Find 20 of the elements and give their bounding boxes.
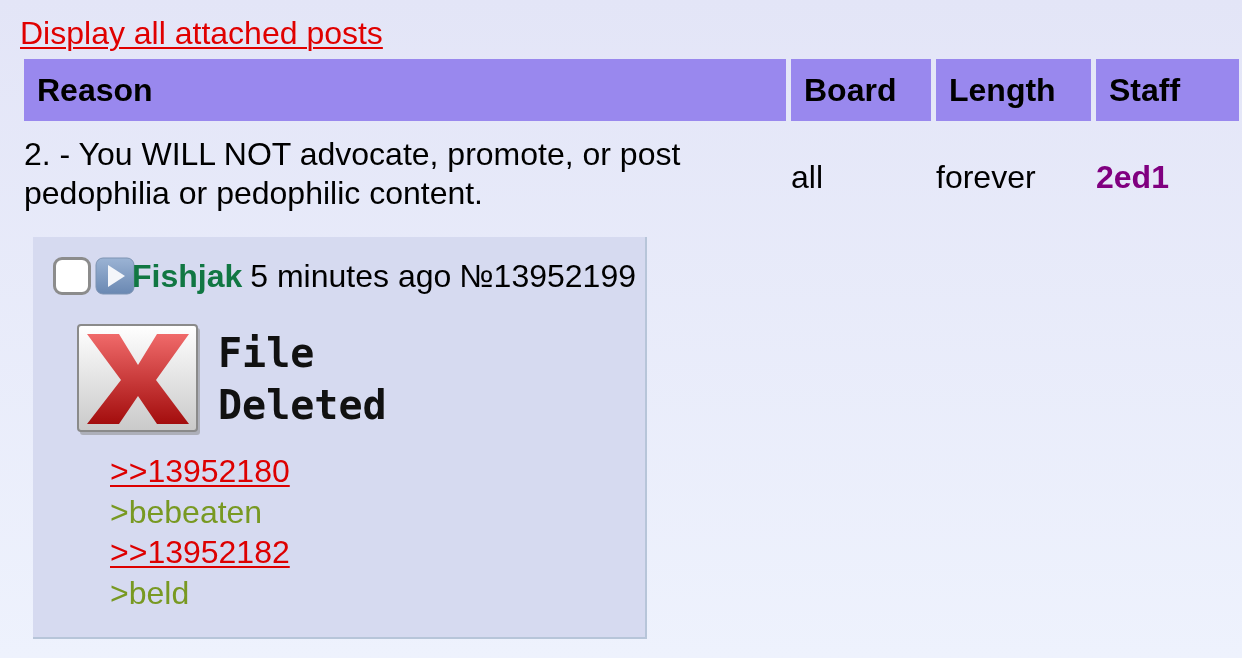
- cross-mark-icon: [77, 324, 201, 436]
- column-header: Length: [936, 59, 1091, 121]
- checkbox[interactable]: [53, 257, 91, 295]
- greentext-line: >bebeaten: [110, 492, 263, 532]
- greentext-line: >beld: [110, 573, 190, 613]
- post-number[interactable]: №13952199: [459, 257, 636, 295]
- table-cell-text: 2. - You WILL NOT advocate, promote, or post pedophilia or pedophilic content.: [24, 135, 682, 213]
- play-icon[interactable]: [95, 257, 135, 295]
- poster-name: Fishjak: [132, 257, 243, 295]
- quote-link[interactable]: >>13952180: [110, 451, 290, 492]
- quote-link[interactable]: >>13952182: [110, 532, 290, 573]
- table-cell-text: all: [791, 157, 824, 197]
- file-deleted-label: File Deleted: [218, 329, 388, 430]
- column-header: Board: [791, 59, 931, 121]
- table-cell-text: forever: [936, 157, 1037, 197]
- column-header: Staff: [1096, 59, 1239, 121]
- table-cell-text: 2ed1: [1096, 157, 1170, 197]
- column-header: Reason: [24, 59, 786, 121]
- post-time: 5 minutes ago: [250, 257, 452, 295]
- display-posts-link[interactable]: Display all attached posts: [20, 15, 383, 51]
